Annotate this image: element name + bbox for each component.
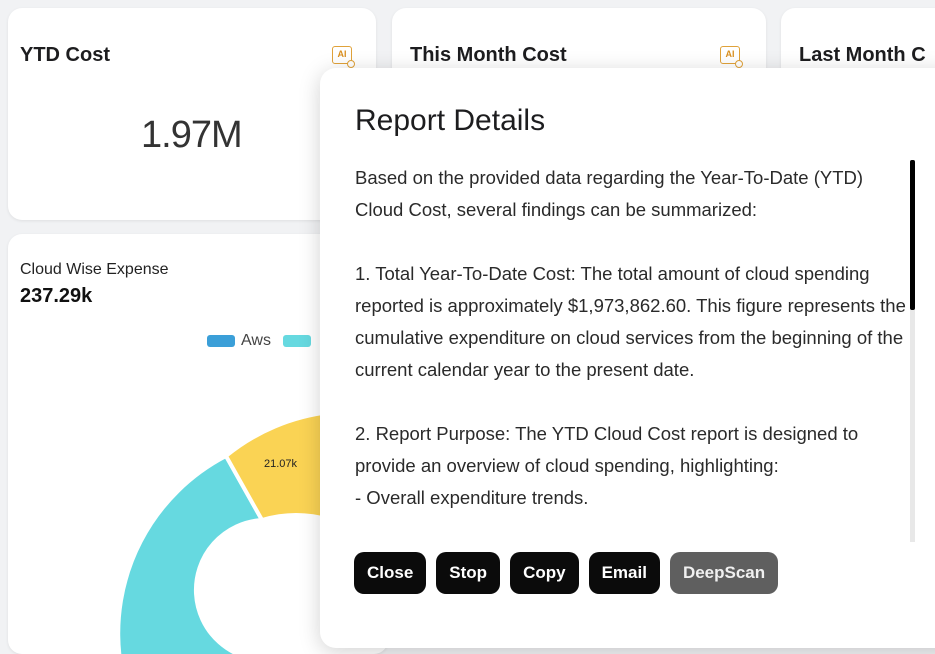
modal-actions: Close Stop Copy Email DeepScan xyxy=(354,552,779,594)
report-paragraph-2: 1. Total Year-To-Date Cost: The total am… xyxy=(355,263,906,380)
deepscan-button[interactable]: DeepScan xyxy=(669,552,779,594)
report-paragraph-1: Based on the provided data regarding the… xyxy=(355,167,864,220)
email-button[interactable]: Email xyxy=(588,552,660,594)
ai-insight-icon[interactable]: AI xyxy=(332,46,355,68)
report-body[interactable]: Based on the provided data regarding the… xyxy=(355,162,910,542)
close-button[interactable]: Close xyxy=(354,552,427,594)
scrollbar-thumb[interactable] xyxy=(910,160,915,310)
donut-slice-label: 21.07k xyxy=(264,458,298,470)
this-month-cost-title: This Month Cost xyxy=(410,44,567,66)
modal-title: Report Details xyxy=(355,104,546,137)
report-details-modal: Report Details Based on the provided dat… xyxy=(320,68,935,648)
stop-button[interactable]: Stop xyxy=(436,552,501,594)
ai-insight-icon[interactable]: AI xyxy=(720,46,743,68)
ytd-cost-value: 1.97M xyxy=(141,114,243,156)
last-month-cost-title: Last Month C xyxy=(799,44,926,66)
report-paragraph-3: 2. Report Purpose: The YTD Cloud Cost re… xyxy=(355,423,859,508)
copy-button[interactable]: Copy xyxy=(510,552,579,594)
ytd-cost-title: YTD Cost xyxy=(20,44,110,66)
